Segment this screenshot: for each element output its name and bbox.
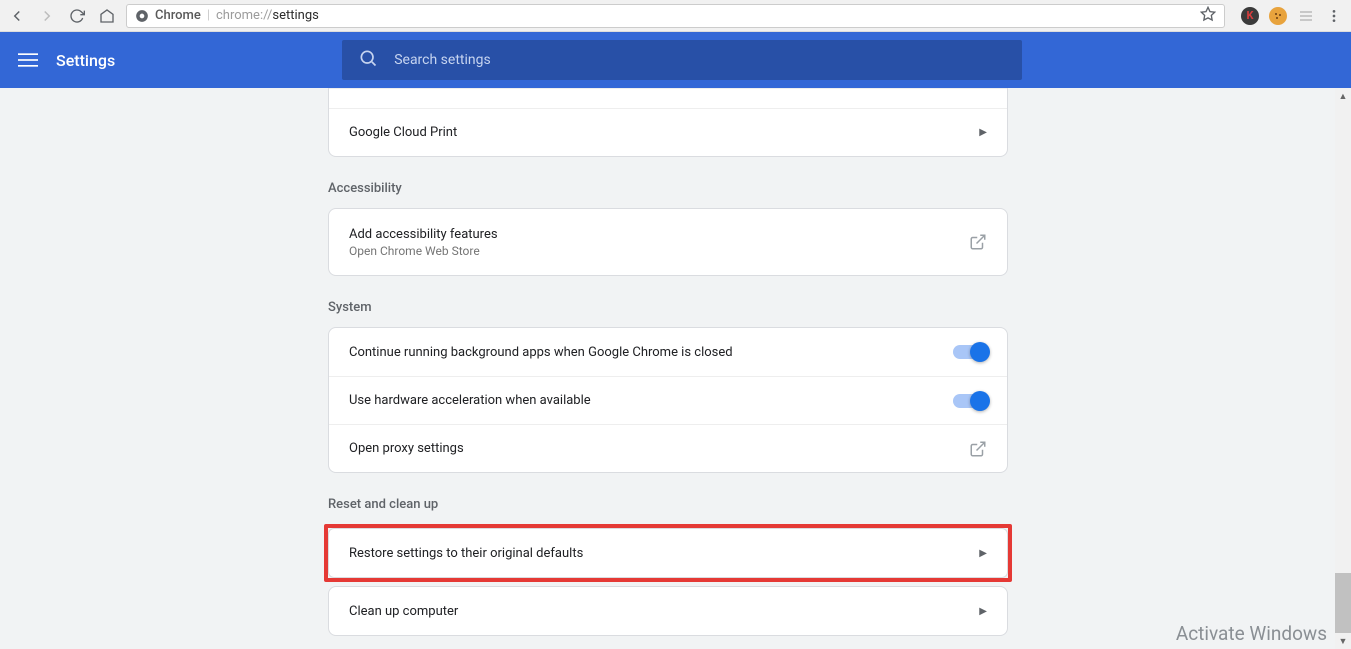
extension-icon-2[interactable] — [1269, 7, 1287, 25]
browser-menu-button[interactable] — [1323, 5, 1345, 27]
page-title: Settings — [56, 51, 115, 70]
hardware-accel-row[interactable]: Use hardware acceleration when available — [329, 376, 1007, 424]
row-subtitle: Open Chrome Web Store — [349, 244, 498, 258]
address-bar[interactable]: Chrome | chrome://settings — [126, 4, 1225, 28]
scroll-down-arrow[interactable]: ▼ — [1335, 633, 1351, 649]
chevron-right-icon: ▶ — [979, 606, 987, 617]
omnibox-separator: | — [207, 8, 210, 23]
activate-windows-watermark: Activate Windows — [1176, 622, 1327, 645]
browser-toolbar: Chrome | chrome://settings K — [0, 0, 1351, 32]
omnibox-origin-label: Chrome — [155, 8, 201, 23]
extension-icon-3[interactable] — [1297, 7, 1315, 25]
settings-header: Settings — [0, 32, 1351, 88]
row-label: Clean up computer — [349, 604, 458, 619]
omnibox-url-page: settings — [272, 8, 318, 23]
search-icon — [358, 48, 378, 72]
system-card: Continue running background apps when Go… — [328, 327, 1008, 473]
accessibility-section-title: Accessibility — [328, 181, 1008, 196]
extension-icons: K — [1241, 7, 1315, 25]
scrollbar-track[interactable]: ▲ ▼ — [1335, 88, 1351, 649]
external-link-icon — [969, 440, 987, 458]
row-label: Continue running background apps when Go… — [349, 345, 733, 360]
forward-button[interactable] — [36, 5, 58, 27]
chevron-right-icon: ▶ — [979, 548, 987, 559]
extension-icon-1[interactable]: K — [1241, 7, 1259, 25]
omnibox-url-prefix: chrome:// — [216, 8, 272, 23]
restore-defaults-highlight: Restore settings to their original defau… — [324, 524, 1012, 582]
cleanup-computer-row[interactable]: Clean up computer ▶ — [329, 587, 1007, 635]
background-apps-toggle[interactable] — [953, 345, 987, 359]
accessibility-card: Add accessibility features Open Chrome W… — [328, 208, 1008, 276]
cleanup-card: Clean up computer ▶ — [328, 586, 1008, 636]
menu-button[interactable] — [16, 48, 40, 72]
chrome-icon — [135, 9, 149, 23]
add-accessibility-row[interactable]: Add accessibility features Open Chrome W… — [329, 209, 1007, 275]
scrollbar-thumb[interactable] — [1335, 573, 1351, 633]
row-label: Open proxy settings — [349, 441, 464, 456]
hardware-accel-toggle[interactable] — [953, 394, 987, 408]
scroll-up-arrow[interactable]: ▲ — [1335, 88, 1351, 104]
row-label: Add accessibility features — [349, 227, 498, 242]
search-input[interactable] — [394, 52, 1006, 68]
printing-card: Google Cloud Print ▶ — [328, 88, 1008, 157]
chevron-right-icon: ▶ — [979, 127, 987, 138]
external-link-icon — [969, 233, 987, 251]
search-container — [342, 40, 1022, 80]
system-section-title: System — [328, 300, 1008, 315]
card-spacer-row — [329, 88, 1007, 108]
row-label: Use hardware acceleration when available — [349, 393, 591, 408]
proxy-settings-row[interactable]: Open proxy settings — [329, 424, 1007, 472]
home-button[interactable] — [96, 5, 118, 27]
restore-defaults-card: Restore settings to their original defau… — [328, 528, 1008, 578]
background-apps-row[interactable]: Continue running background apps when Go… — [329, 328, 1007, 376]
row-label: Google Cloud Print — [349, 125, 457, 140]
reload-button[interactable] — [66, 5, 88, 27]
google-cloud-print-row[interactable]: Google Cloud Print ▶ — [329, 108, 1007, 156]
settings-content: ▲ ▼ Google Cloud Print ▶ Accessibility A… — [0, 88, 1351, 649]
reset-section-title: Reset and clean up — [328, 497, 1008, 512]
restore-defaults-row[interactable]: Restore settings to their original defau… — [329, 529, 1007, 577]
row-label: Restore settings to their original defau… — [349, 546, 583, 561]
back-button[interactable] — [6, 5, 28, 27]
watermark-line1: Activate Windows — [1176, 622, 1327, 645]
bookmark-star-icon[interactable] — [1200, 6, 1216, 26]
